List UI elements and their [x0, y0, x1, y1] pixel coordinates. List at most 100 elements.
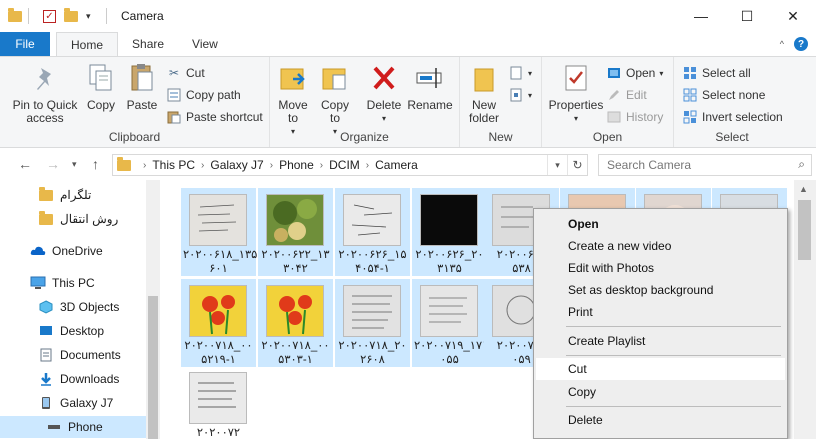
copy-to-button[interactable]: Copy to ▾ — [318, 61, 352, 138]
menu-item-print[interactable]: Print — [536, 301, 785, 323]
file-item[interactable]: ۲۰۲۰۰۶۲۲_۱۳ ۳۰۴۲ — [258, 188, 333, 276]
menu-item-set-desktop-background[interactable]: Set as desktop background — [536, 279, 785, 301]
breadcrumb-dcim[interactable]: DCIM — [329, 158, 360, 172]
download-arrow-icon — [38, 371, 54, 387]
new-folder-button[interactable]: New folder — [466, 61, 502, 125]
breadcrumb-camera[interactable]: Camera — [375, 158, 418, 172]
select-all-button[interactable]: Select all — [682, 63, 751, 83]
invert-selection-icon — [682, 109, 698, 125]
refresh-icon[interactable]: ↻ — [567, 155, 587, 175]
up-arrow-icon[interactable]: ↑ — [92, 156, 99, 172]
sidebar-item-phone[interactable]: Phone — [0, 416, 160, 438]
tab-view[interactable]: View — [178, 32, 232, 56]
sidebar-item-downloads[interactable]: Downloads — [0, 368, 160, 390]
open-button[interactable]: Open ▾ — [606, 63, 663, 83]
chevron-right-icon[interactable]: › — [201, 160, 204, 171]
recent-locations-icon[interactable]: ▾ — [72, 159, 77, 170]
file-item[interactable]: ۲۰۲۰۰۷۱۸_۰۰ ۵۳۰۳-۱ — [258, 279, 333, 367]
invert-selection-button[interactable]: Invert selection — [682, 107, 783, 127]
sidebar-item-label: Documents — [60, 348, 121, 362]
easy-access-button[interactable]: ▾ — [508, 85, 532, 105]
breadcrumb-this-pc[interactable]: This PC — [152, 158, 195, 172]
rename-button[interactable]: Rename — [407, 61, 453, 112]
file-name: ۲۰۲۰۰۶۲۲_۱۳ ۳۰۴۲ — [261, 249, 330, 275]
invert-selection-label: Invert selection — [702, 110, 783, 124]
file-item[interactable]: ۲۰۲۰۰۷۱۸_۲۰ ۲۶۰۸ — [335, 279, 410, 367]
sidebar-item-documents[interactable]: Documents — [0, 344, 160, 366]
history-button[interactable]: History — [606, 107, 663, 127]
file-item[interactable]: ۲۰۲۰۰۷۲ — [181, 366, 256, 439]
ribbon-tabs: File Home Share View ^ ? — [0, 32, 816, 56]
sidebar-item-desktop[interactable]: Desktop — [0, 320, 160, 342]
content-scrollbar[interactable]: ▲ — [794, 180, 816, 439]
address-dropdown-icon[interactable]: ▾ — [547, 155, 567, 175]
scroll-up-arrow-icon[interactable]: ▲ — [799, 184, 808, 194]
sidebar-item-3d-objects[interactable]: 3D Objects — [0, 296, 160, 318]
menu-item-create-playlist[interactable]: Create Playlist — [536, 330, 785, 352]
cut-button[interactable]: ✂ Cut — [166, 63, 205, 83]
pin-icon — [30, 61, 60, 95]
sidebar-item-transfer[interactable]: روش انتقال — [0, 208, 160, 230]
copy-button[interactable]: Copy — [84, 61, 118, 112]
tab-file[interactable]: File — [0, 32, 50, 56]
file-thumbnail — [189, 285, 247, 337]
properties-button[interactable]: Properties ▾ — [546, 61, 606, 125]
menu-item-delete[interactable]: Delete — [536, 409, 785, 431]
select-none-button[interactable]: Select none — [682, 85, 765, 105]
file-item[interactable]: ۲۰۲۰۰۷۱۸_۰۰ ۵۲۱۹-۱ — [181, 279, 256, 367]
sidebar-item-telegram[interactable]: تلگرام — [0, 184, 160, 206]
breadcrumb-galaxy-j7[interactable]: Galaxy J7 — [210, 158, 263, 172]
file-name: ۲۰۲۰۰۷۱۸_۲۰ ۲۶۰۸ — [338, 340, 407, 366]
copy-path-icon — [166, 87, 182, 103]
file-item[interactable]: ۲۰۲۰۰۶۲۶_۱۵ ۴۰۵۴-۱ — [335, 188, 410, 276]
chevron-right-icon[interactable]: › — [366, 160, 369, 171]
sidebar-item-this-pc[interactable]: This PC — [0, 272, 160, 294]
sidebar-scrollbar[interactable] — [146, 180, 160, 439]
file-name: ۲۰۲۰۰۷۱۸_۰۰ ۵۲۱۹-۱ — [184, 340, 253, 366]
file-thumbnail — [266, 194, 324, 246]
minimize-button[interactable]: — — [678, 0, 724, 32]
chevron-right-icon[interactable]: › — [320, 160, 323, 171]
menu-item-copy[interactable]: Copy — [536, 381, 785, 403]
copy-path-button[interactable]: Copy path — [166, 85, 241, 105]
back-arrow-icon[interactable]: ← — [18, 156, 32, 172]
new-folder-icon[interactable] — [64, 7, 78, 23]
menu-item-open[interactable]: Open — [536, 213, 785, 235]
file-thumbnail — [189, 194, 247, 246]
edit-button[interactable]: Edit — [606, 85, 647, 105]
collapse-ribbon-icon[interactable]: ^ — [780, 39, 784, 49]
properties-check-icon[interactable]: ✓ — [43, 9, 56, 23]
menu-item-edit-photos[interactable]: Edit with Photos — [536, 257, 785, 279]
sidebar-item-galaxy-j7[interactable]: Galaxy J7 — [0, 392, 160, 414]
chevron-right-icon[interactable]: › — [143, 160, 146, 171]
maximize-button[interactable]: ☐ — [724, 0, 770, 32]
menu-item-create-video[interactable]: Create a new video — [536, 235, 785, 257]
menu-item-cut[interactable]: Cut — [536, 358, 785, 380]
tab-share[interactable]: Share — [118, 32, 178, 56]
paste-shortcut-label: Paste shortcut — [186, 110, 263, 124]
paste-button[interactable]: Paste — [124, 61, 160, 112]
file-name: ۲۰۲۰۰۷۱۸_۰۰ ۵۳۰۳-۱ — [261, 340, 330, 366]
customize-quick-access-icon[interactable]: ▾ — [86, 9, 100, 23]
help-icon[interactable]: ? — [794, 37, 808, 51]
sidebar-scroll-thumb[interactable] — [148, 296, 158, 439]
close-button[interactable]: ✕ — [770, 0, 816, 32]
file-item[interactable]: ۲۰۲۰۰۶۲۶_۲۰ ۳۱۳۵ — [412, 188, 487, 276]
content-scroll-thumb[interactable] — [798, 200, 811, 260]
address-bar[interactable]: › This PC › Galaxy J7 › Phone › DCIM › C… — [112, 154, 588, 176]
chevron-right-icon[interactable]: › — [270, 160, 273, 171]
paste-shortcut-button[interactable]: Paste shortcut — [166, 107, 263, 127]
sidebar-item-label: Desktop — [60, 324, 105, 338]
breadcrumb-phone[interactable]: Phone — [279, 158, 314, 172]
sidebar-item-onedrive[interactable]: OneDrive — [0, 240, 160, 262]
pin-to-quick-access-button[interactable]: Pin to Quick access — [8, 61, 82, 125]
new-item-button[interactable]: ▾ — [508, 63, 532, 83]
file-item[interactable]: ۲۰۲۰۰۷۱۹_۱۷۱ ۰۵۵ — [412, 279, 488, 367]
file-thumbnail — [420, 194, 478, 246]
delete-button[interactable]: Delete ▾ — [366, 61, 402, 125]
move-to-button[interactable]: Move to ▾ — [276, 61, 310, 138]
tab-home[interactable]: Home — [56, 32, 119, 56]
search-input[interactable]: Search Camera ⌕ — [598, 154, 812, 176]
file-item[interactable]: ۲۰۲۰۰۶۱۸_۱۳۵ ۶۰۱ — [181, 188, 257, 276]
forward-arrow-icon[interactable]: → — [46, 156, 60, 172]
